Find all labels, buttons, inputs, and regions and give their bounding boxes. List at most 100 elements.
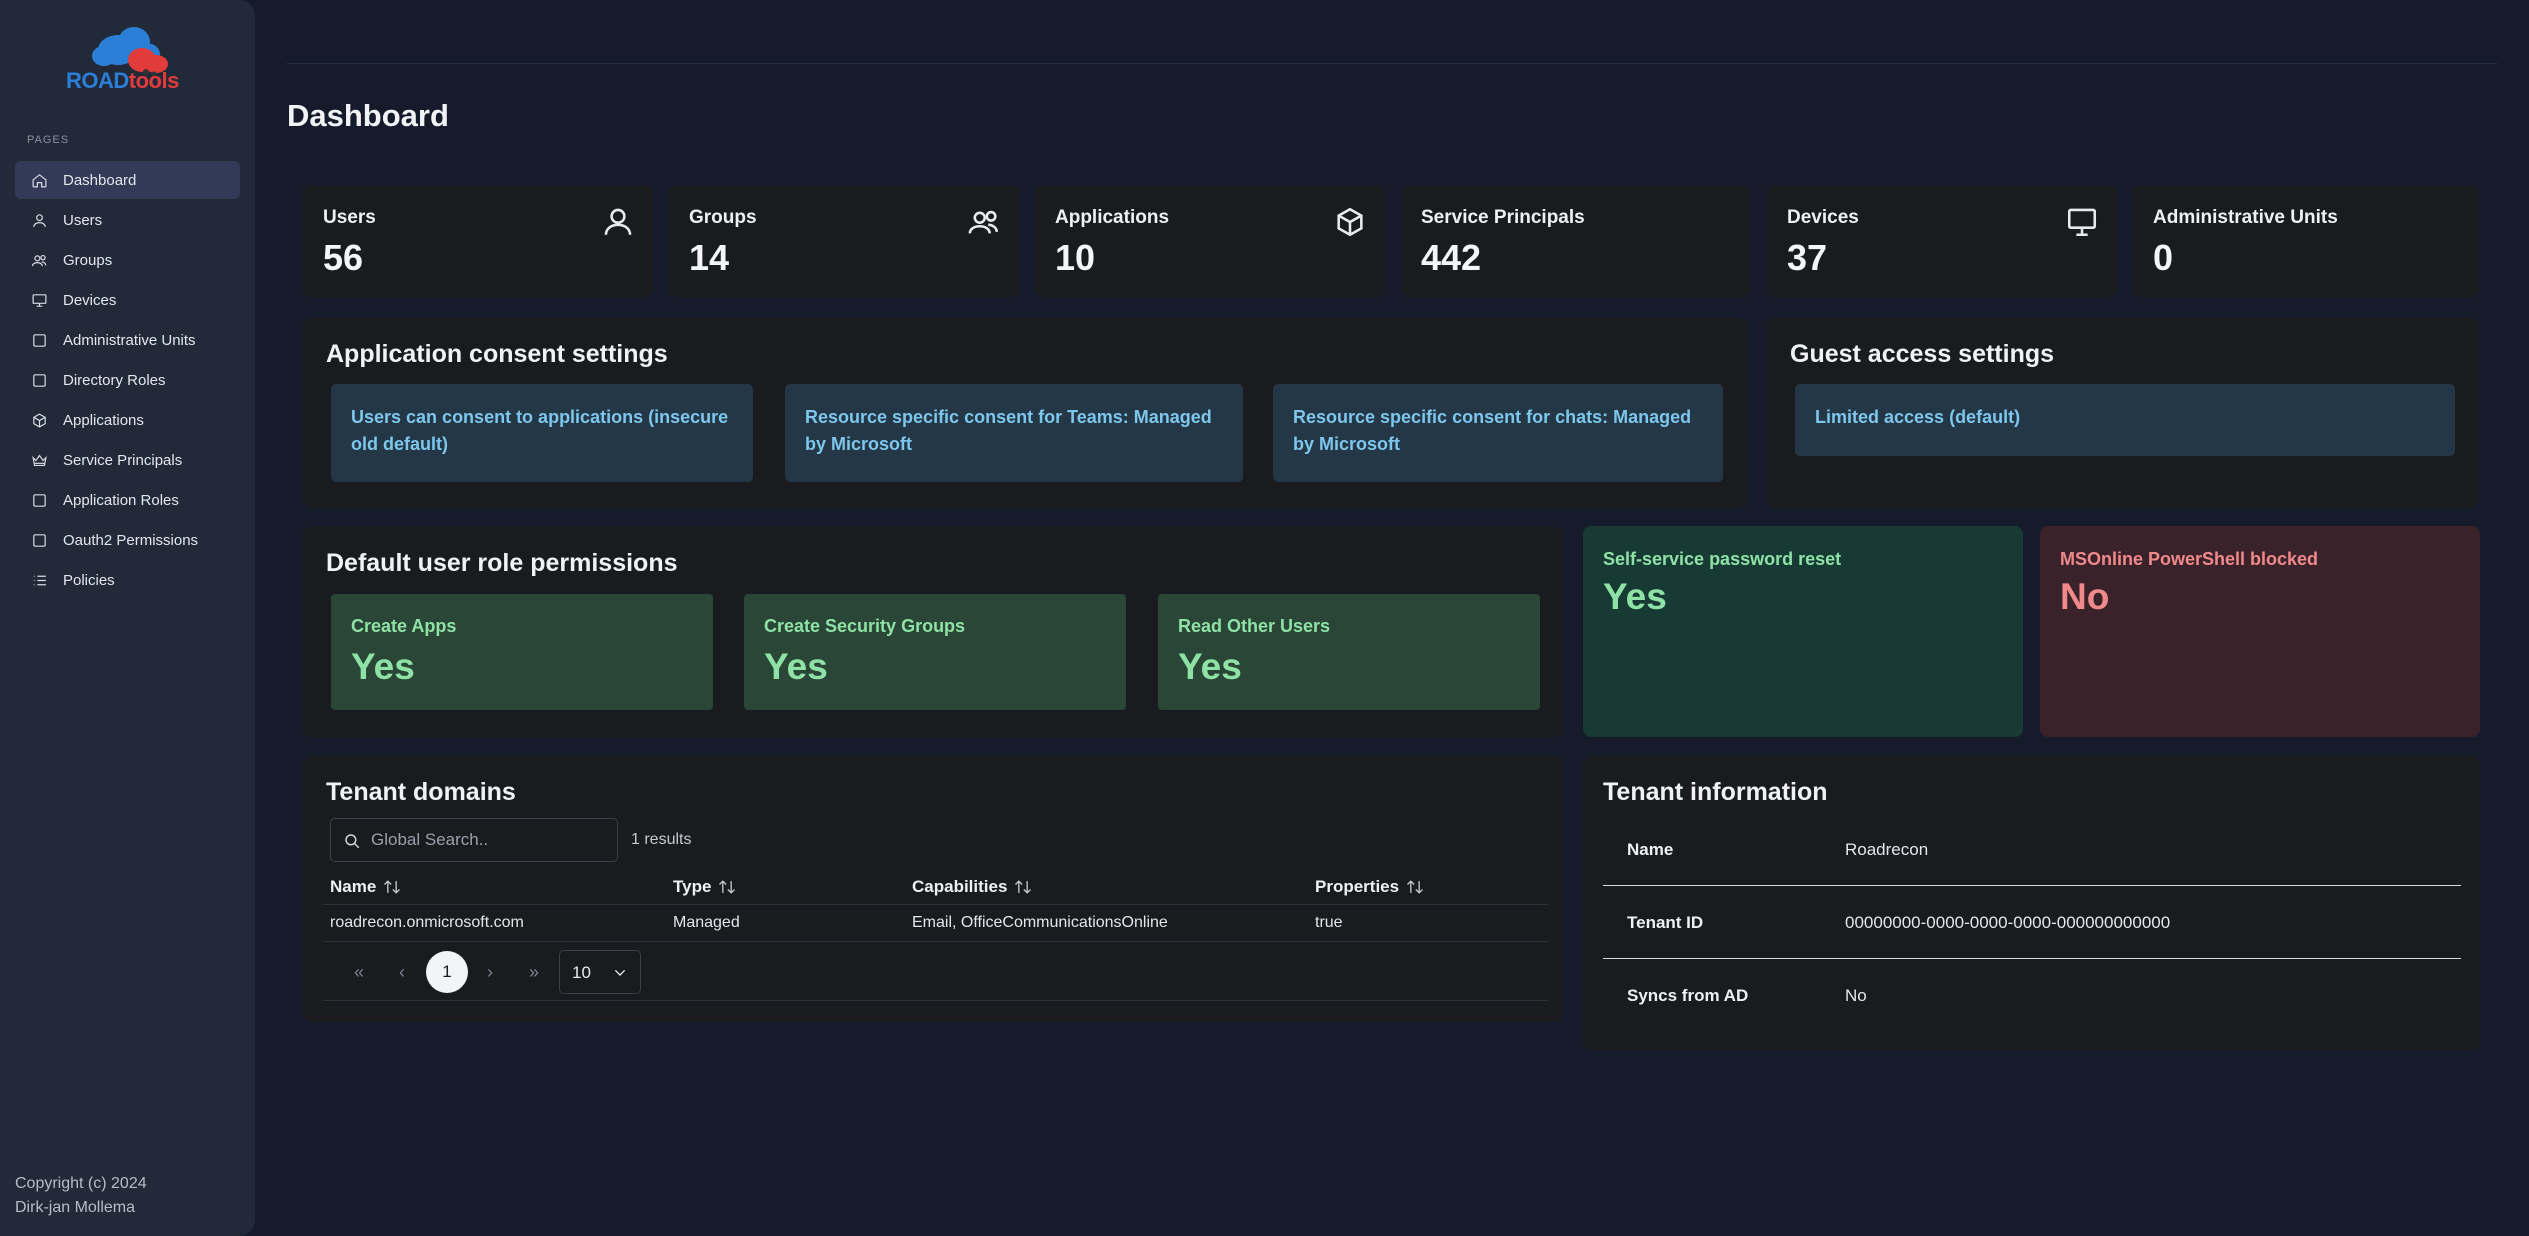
sidebar-item-applications[interactable]: Applications xyxy=(15,401,240,439)
card-title: Default user role permissions xyxy=(326,549,678,577)
current-page-button[interactable]: 1 xyxy=(426,951,468,993)
user-icon xyxy=(601,205,635,239)
column-header-capabilities[interactable]: Capabilities xyxy=(912,877,1033,897)
sidebar-item-service-principals[interactable]: Service Principals xyxy=(15,441,240,479)
stat-card-users[interactable]: Users 56 xyxy=(303,185,653,297)
header-divider xyxy=(287,63,2497,64)
consent-setting-teams: Resource specific consent for Teams: Man… xyxy=(785,384,1243,482)
page-size-value: 10 xyxy=(572,963,591,982)
card-title: Guest access settings xyxy=(1790,340,2055,368)
sidebar-item-label: Devices xyxy=(63,291,117,309)
sidebar-item-label: Oauth2 Permissions xyxy=(63,531,199,549)
card-title: Tenant domains xyxy=(326,778,516,806)
sidebar-nav: Dashboard Users Groups Devices Administr… xyxy=(15,161,240,601)
sidebar-item-users[interactable]: Users xyxy=(15,201,240,239)
page-size-select[interactable]: 10 xyxy=(559,950,641,994)
logo-text-road: ROAD xyxy=(66,68,129,93)
chevron-down-icon xyxy=(614,969,626,976)
square-icon xyxy=(30,331,48,349)
sidebar-item-directory-roles[interactable]: Directory Roles xyxy=(15,361,240,399)
consent-setting-users: Users can consent to applications (insec… xyxy=(331,384,753,482)
sidebar-section-label: PAGES xyxy=(27,134,70,146)
column-header-label: Properties xyxy=(1315,877,1400,896)
stat-card-devices[interactable]: Devices 37 xyxy=(1767,185,2117,297)
search-input[interactable] xyxy=(371,819,611,861)
tenant-id-value: 00000000-0000-0000-0000-000000000000 xyxy=(1845,913,2171,932)
sidebar-item-devices[interactable]: Devices xyxy=(15,281,240,319)
next-page-button[interactable]: › xyxy=(470,952,510,992)
users-icon xyxy=(30,251,48,269)
column-header-label: Type xyxy=(673,877,712,896)
stat-value: 10 xyxy=(1055,237,1096,278)
perm-value: Yes xyxy=(764,646,828,687)
msonline-card: MSOnline PowerShell blocked No xyxy=(2040,526,2480,737)
search-field[interactable] xyxy=(330,818,618,862)
page-title: Dashboard xyxy=(287,98,449,133)
card-title: Application consent settings xyxy=(326,340,668,368)
copyright-author: Dirk-jan Mollema xyxy=(15,1199,136,1216)
last-page-button[interactable]: » xyxy=(514,952,554,992)
stat-card-applications[interactable]: Applications 10 xyxy=(1035,185,1385,297)
perm-create-apps: Create Apps Yes xyxy=(331,594,713,710)
sidebar-item-label: Groups xyxy=(63,251,113,269)
user-icon xyxy=(30,211,48,229)
sspr-label: Self-service password reset xyxy=(1603,549,1842,569)
copyright: Copyright (c) 2024 Dirk-jan Mollema xyxy=(15,1172,147,1220)
sort-icon xyxy=(1015,880,1032,894)
sidebar-item-label: Administrative Units xyxy=(63,331,196,349)
sidebar-item-label: Directory Roles xyxy=(63,371,166,389)
consent-settings-card: Application consent settings Users can c… xyxy=(303,318,1747,508)
tenant-name-value: Roadrecon xyxy=(1845,840,1929,859)
sspr-card: Self-service password reset Yes xyxy=(1583,526,2023,737)
square-icon xyxy=(30,531,48,549)
sidebar-item-label: Applications xyxy=(63,411,144,429)
prev-page-button[interactable]: ‹ xyxy=(382,952,422,992)
sidebar-item-application-roles[interactable]: Application Roles xyxy=(15,481,240,519)
stat-label: Administrative Units xyxy=(2153,207,2338,228)
sidebar-item-label: Service Principals xyxy=(63,451,183,469)
sidebar-item-groups[interactable]: Groups xyxy=(15,241,240,279)
msonline-value: No xyxy=(2060,576,2110,617)
stat-label: Applications xyxy=(1055,207,1170,228)
sidebar-item-oauth2-permissions[interactable]: Oauth2 Permissions xyxy=(15,521,240,559)
column-header-properties[interactable]: Properties xyxy=(1315,877,1425,897)
sidebar-item-administrative-units[interactable]: Administrative Units xyxy=(15,321,240,359)
column-header-name[interactable]: Name xyxy=(330,877,402,897)
sidebar-item-policies[interactable]: Policies xyxy=(15,561,240,599)
cell-type: Managed xyxy=(673,914,740,931)
stat-value: 37 xyxy=(1787,237,1828,278)
sort-icon xyxy=(719,880,736,894)
guest-access-setting: Limited access (default) xyxy=(1795,384,2455,456)
square-icon xyxy=(30,491,48,509)
column-header-type[interactable]: Type xyxy=(673,877,737,897)
sidebar-item-label: Users xyxy=(63,211,103,229)
results-count: 1 results xyxy=(631,831,692,848)
tenant-info-divider xyxy=(1603,885,2461,886)
stat-value: 56 xyxy=(323,237,364,278)
sidebar-item-label: Dashboard xyxy=(63,171,137,189)
stat-value: 14 xyxy=(689,237,730,278)
logo-wordmark[interactable]: ROADtools xyxy=(66,68,179,94)
stat-card-service-principals[interactable]: Service Principals 442 xyxy=(1401,185,1751,297)
stat-value: 442 xyxy=(1421,237,1482,278)
first-page-button[interactable]: « xyxy=(339,952,379,992)
sspr-value: Yes xyxy=(1603,576,1667,617)
box-icon xyxy=(30,411,48,429)
msonline-label: MSOnline PowerShell blocked xyxy=(2060,549,2319,569)
column-header-label: Name xyxy=(330,877,377,896)
syncs-from-ad-value: No xyxy=(1845,986,1867,1005)
perm-label: Create Security Groups xyxy=(764,616,966,636)
stat-card-groups[interactable]: Groups 14 xyxy=(669,185,1019,297)
sort-icon xyxy=(384,880,401,894)
list-icon xyxy=(30,571,48,589)
stat-card-administrative-units[interactable]: Administrative Units 0 xyxy=(2133,185,2479,297)
table-divider xyxy=(323,904,1548,905)
crown-icon xyxy=(30,451,48,469)
stat-label: Service Principals xyxy=(1421,207,1585,228)
monitor-icon xyxy=(30,291,48,309)
perm-label: Create Apps xyxy=(351,616,457,636)
stat-label: Groups xyxy=(689,207,757,228)
square-icon xyxy=(30,371,48,389)
sidebar-item-dashboard[interactable]: Dashboard xyxy=(15,161,240,199)
perm-value: Yes xyxy=(1178,646,1242,687)
